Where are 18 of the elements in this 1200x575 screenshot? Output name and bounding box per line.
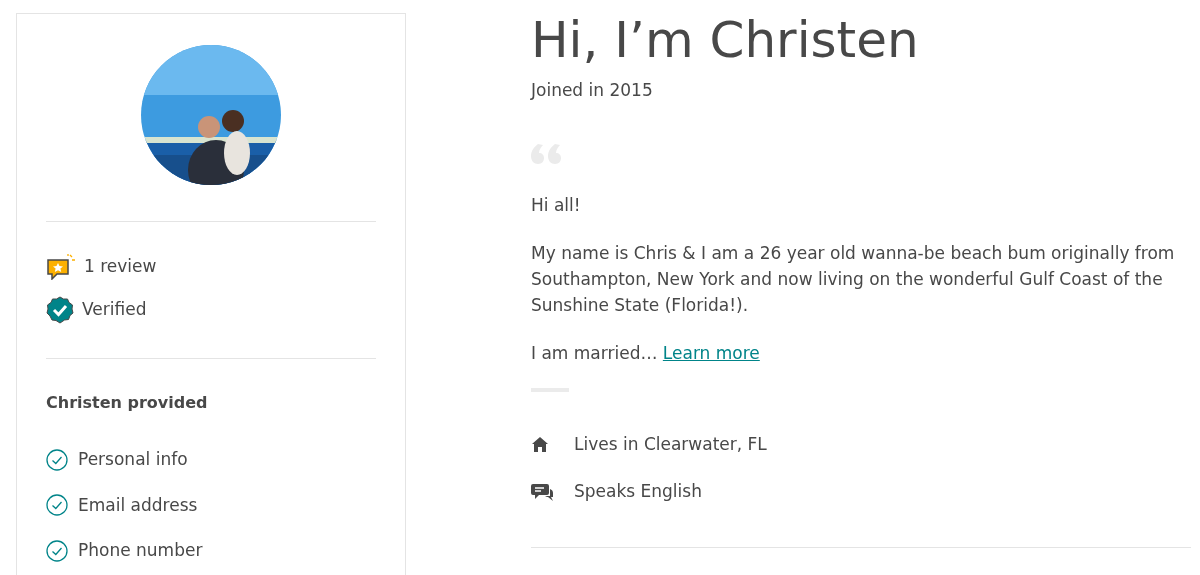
- provided-item: Personal info: [78, 448, 188, 471]
- provided-item: Phone number: [78, 539, 203, 562]
- stat-label: Verified: [82, 298, 147, 322]
- detail-text: Speaks English: [574, 480, 702, 503]
- verified-badge-icon: [46, 296, 74, 324]
- stat-label: 1 review: [84, 255, 157, 279]
- bio-paragraph: I am married…: [531, 342, 658, 363]
- learn-more-link[interactable]: Learn more: [662, 342, 760, 363]
- speech-bubble-star-icon: [46, 254, 76, 280]
- bio-paragraph: Hi all!: [531, 193, 582, 217]
- section-heading: Christen provided: [46, 392, 209, 414]
- page-title: Hi, I’m Christen: [531, 10, 920, 70]
- joined-date: Joined in 2015: [531, 79, 654, 102]
- provided-item: Email address: [78, 493, 198, 517]
- detail-text: Lives in Clearwater, FL: [574, 432, 767, 456]
- bio-paragraph: My name is Chris & I am a 26 year old wanna-be beach bum originally from Southampton, New York and now living on the wonderful Gulf Coast of the Sunshine State (Florida!).: [531, 241, 1176, 317]
- house-icon: [531, 435, 549, 453]
- speech-bubbles-icon: [531, 481, 554, 502]
